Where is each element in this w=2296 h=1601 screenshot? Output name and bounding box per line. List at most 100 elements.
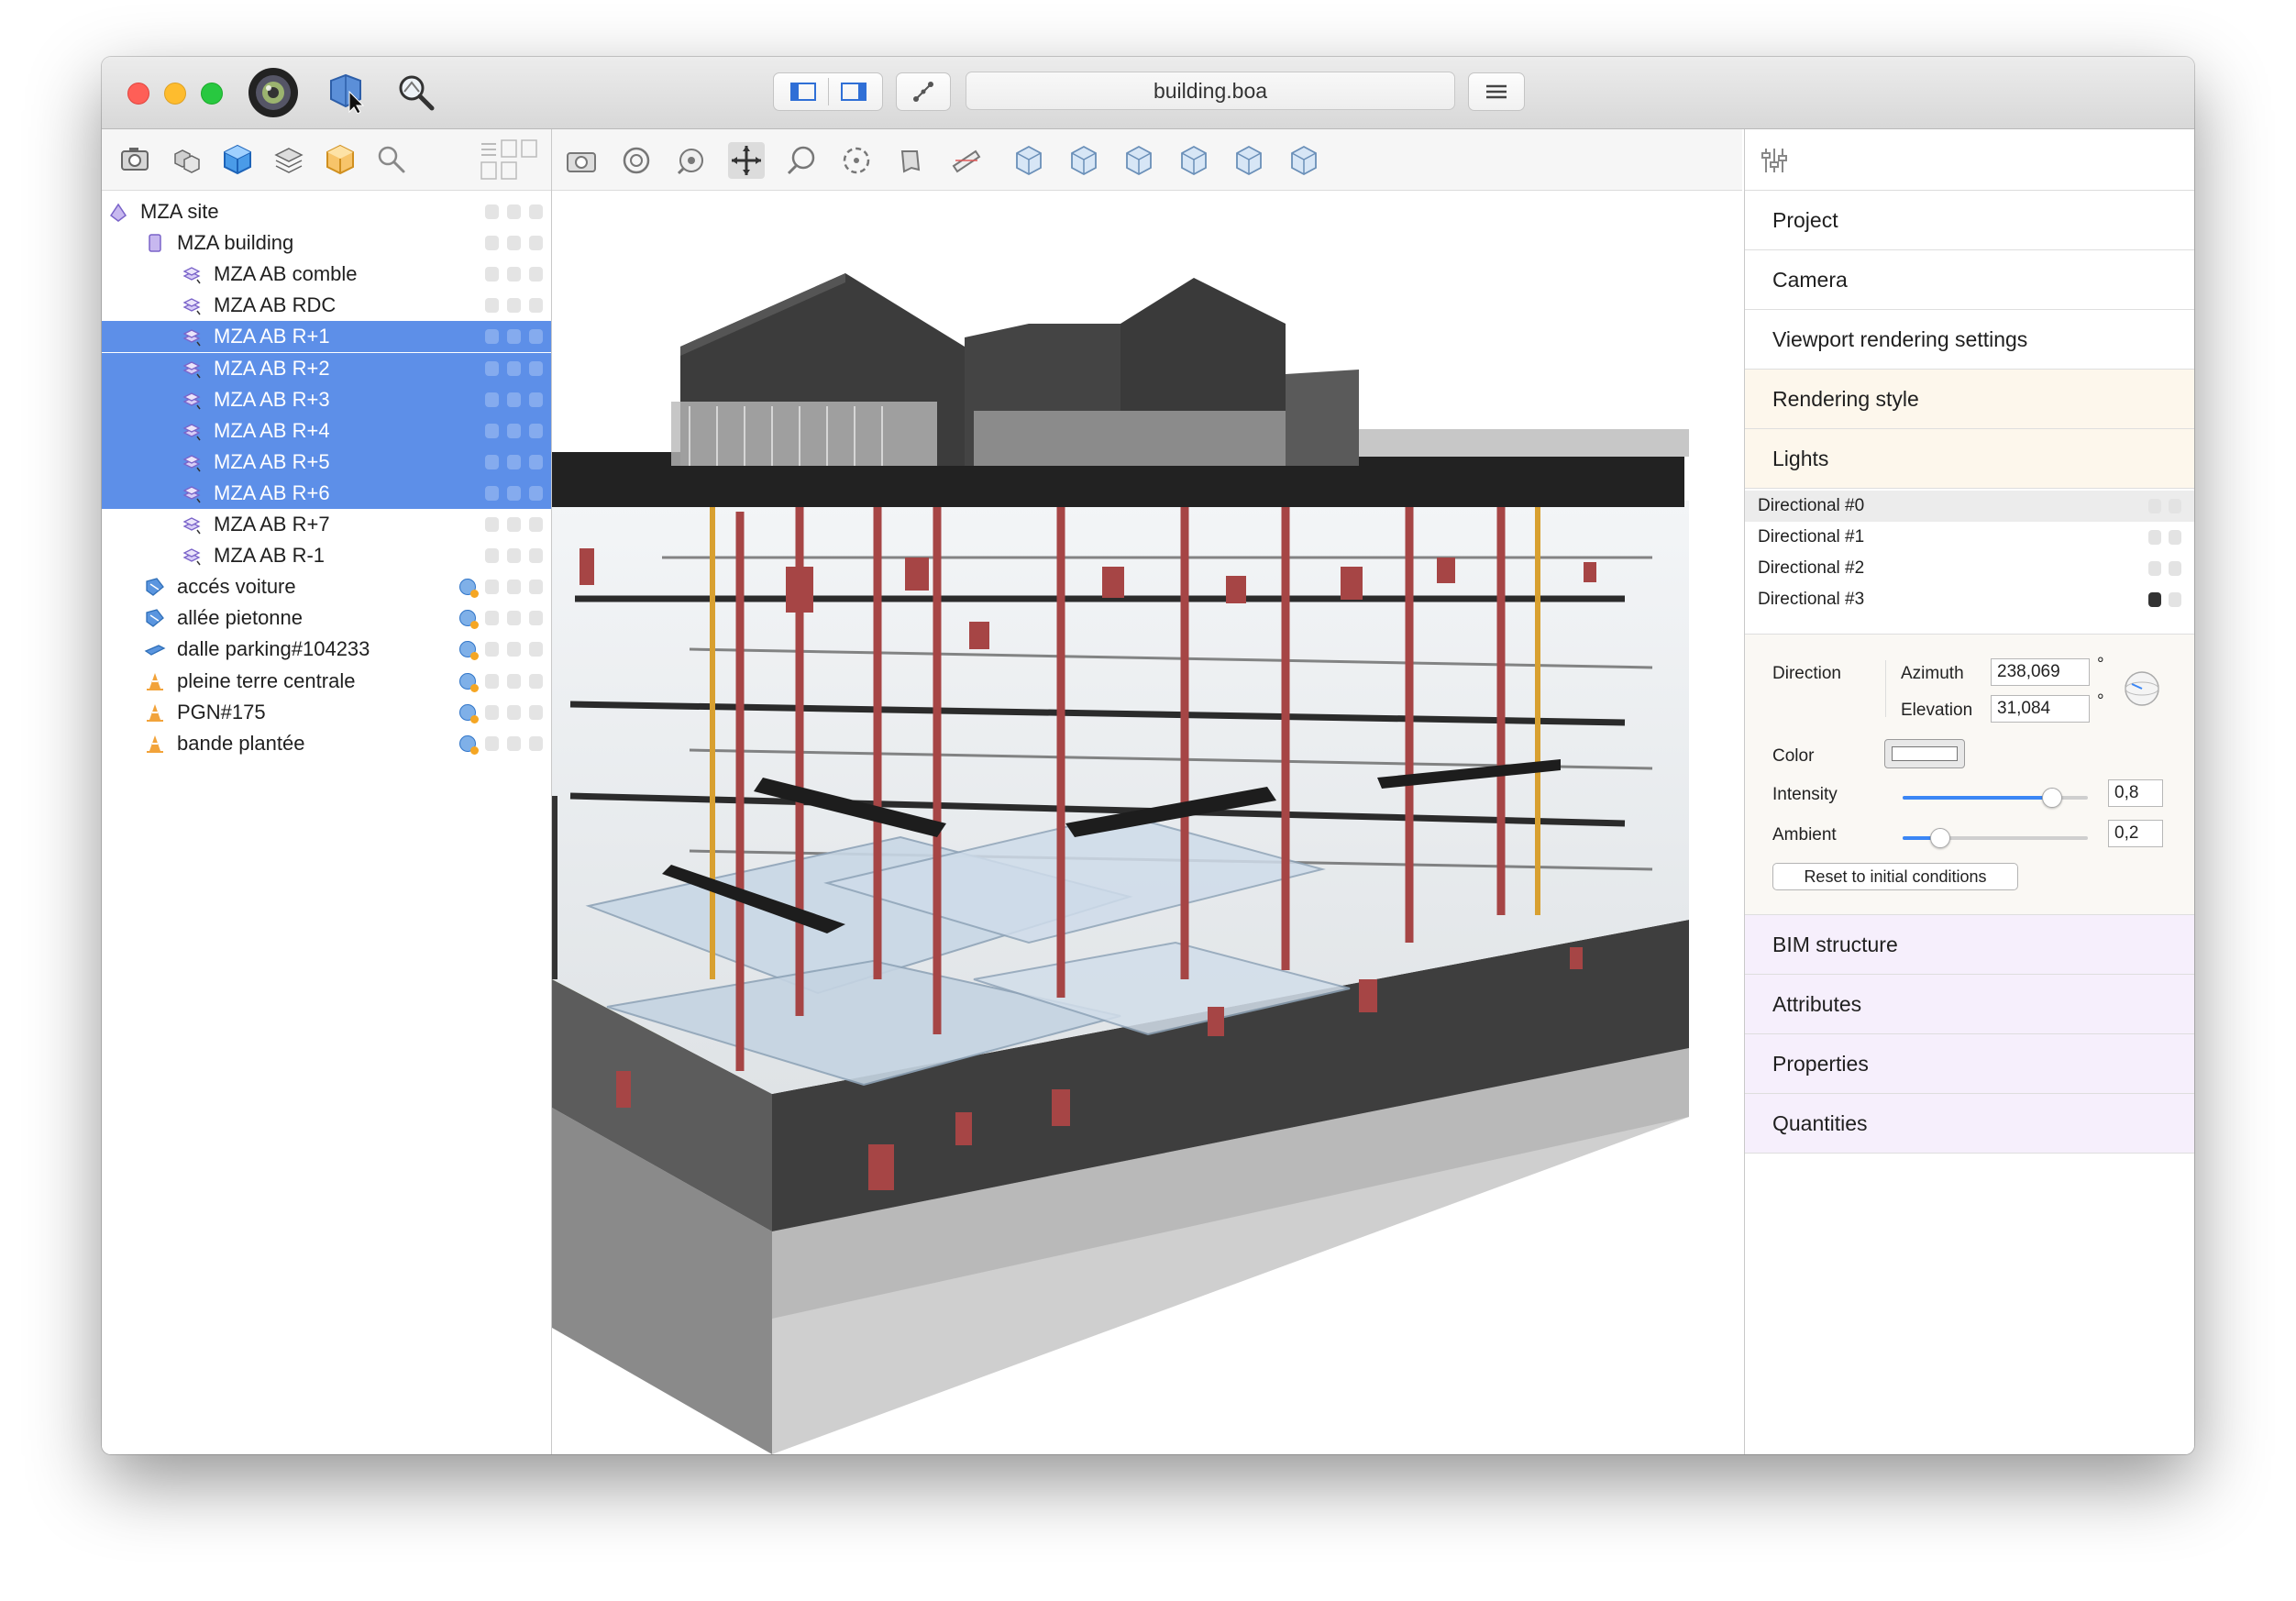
light-item[interactable]: Directional #0 [1745, 491, 2194, 522]
tree-item[interactable]: accés voiture [102, 571, 551, 602]
direction-sphere-icon[interactable] [2123, 669, 2161, 708]
light-item[interactable]: Directional #1 [1745, 522, 2194, 553]
inspector-section-rendering-style[interactable]: Rendering style [1745, 370, 2194, 429]
lock-toggle-icon[interactable] [529, 735, 543, 751]
orbit-target-tool[interactable] [618, 142, 655, 179]
display-toggle-icon[interactable] [507, 611, 521, 626]
visibility-toggle-icon[interactable] [485, 392, 499, 407]
walk-tool[interactable] [893, 142, 930, 179]
view-iso-5-tool[interactable] [1231, 142, 1267, 179]
tree-item[interactable]: MZA AB R+3 [102, 383, 551, 415]
light-item[interactable]: Directional #2 [1745, 553, 2194, 584]
view-iso-2-tool[interactable] [1065, 142, 1102, 179]
left-sidebar-toggle-icon[interactable] [777, 78, 828, 105]
visibility-toggle-icon[interactable] [485, 548, 499, 564]
minimize-window-button[interactable] [164, 83, 186, 105]
display-toggle-icon[interactable] [507, 704, 521, 720]
view-iso-6-tool[interactable] [1286, 142, 1322, 179]
lock-toggle-icon[interactable] [529, 517, 543, 532]
visibility-toggle-icon[interactable] [485, 267, 499, 282]
tree-item[interactable]: dalle parking#104233 [102, 634, 551, 665]
visibility-toggle-icon[interactable] [485, 517, 499, 532]
lock-toggle-icon[interactable] [529, 485, 543, 501]
lock-toggle-icon[interactable] [529, 704, 543, 720]
zoom-lasso-tool[interactable] [783, 142, 820, 179]
display-toggle-icon[interactable] [507, 360, 521, 376]
lock-toggle-icon[interactable] [529, 360, 543, 376]
tree-item[interactable]: bande plantée [102, 728, 551, 759]
light-visibility-icon[interactable] [2148, 561, 2161, 576]
visibility-toggle-icon[interactable] [485, 298, 499, 314]
tree-item[interactable]: MZA AB R+2 [102, 352, 551, 384]
zoom-search-icon[interactable] [395, 72, 437, 114]
visibility-toggle-icon[interactable] [485, 611, 499, 626]
3d-viewport[interactable] [552, 191, 1742, 1454]
camera-lens-icon[interactable] [247, 66, 300, 119]
search-icon[interactable] [375, 143, 408, 176]
display-toggle-icon[interactable] [507, 454, 521, 469]
tree-item[interactable]: MZA AB R-1 [102, 540, 551, 571]
lock-toggle-icon[interactable] [529, 423, 543, 438]
menu-button[interactable] [1468, 72, 1525, 111]
tree-item[interactable]: MZA building [102, 227, 551, 259]
display-toggle-icon[interactable] [507, 236, 521, 251]
ambient-slider-knob[interactable] [1930, 828, 1951, 848]
light-lock-icon[interactable] [2169, 592, 2181, 607]
light-visibility-icon[interactable] [2148, 499, 2161, 513]
visibility-toggle-icon[interactable] [485, 236, 499, 251]
visibility-toggle-icon[interactable] [485, 580, 499, 595]
display-toggle-icon[interactable] [507, 329, 521, 345]
layers-icon[interactable] [272, 143, 305, 176]
light-lock-icon[interactable] [2169, 530, 2181, 545]
snapshot-icon[interactable] [118, 143, 151, 176]
ambient-input[interactable]: 0,2 [2108, 820, 2163, 847]
inspector-section-project[interactable]: Project [1745, 191, 2194, 250]
intensity-slider[interactable] [1903, 788, 2088, 808]
light-lock-icon[interactable] [2169, 499, 2181, 513]
visibility-toggle-icon[interactable] [485, 423, 499, 438]
lock-toggle-icon[interactable] [529, 204, 543, 219]
visibility-toggle-icon[interactable] [485, 485, 499, 501]
display-toggle-icon[interactable] [507, 485, 521, 501]
visibility-toggle-icon[interactable] [485, 329, 499, 345]
display-toggle-icon[interactable] [507, 580, 521, 595]
tree-item[interactable]: MZA site [102, 196, 551, 227]
camera-tool[interactable] [563, 142, 600, 179]
pan-cross-tool[interactable] [728, 142, 765, 179]
azimuth-input[interactable]: 238,069 [1991, 658, 2090, 686]
tree-item[interactable]: MZA AB R+1 [102, 321, 551, 353]
tree-item[interactable]: MZA AB RDC [102, 290, 551, 321]
visibility-toggle-icon[interactable] [485, 735, 499, 751]
display-toggle-icon[interactable] [507, 298, 521, 314]
tree-item[interactable]: pleine terre centrale [102, 666, 551, 697]
display-toggle-icon[interactable] [507, 735, 521, 751]
sliders-icon[interactable] [1760, 146, 1789, 175]
display-toggle-icon[interactable] [507, 423, 521, 438]
reset-initial-conditions-button[interactable]: Reset to initial conditions [1772, 863, 2018, 890]
list-view-icon[interactable] [478, 138, 542, 181]
visibility-toggle-icon[interactable] [485, 360, 499, 376]
light-item[interactable]: Directional #3 [1745, 584, 2194, 615]
materials-icon[interactable] [324, 143, 357, 176]
display-toggle-icon[interactable] [507, 204, 521, 219]
lock-toggle-icon[interactable] [529, 548, 543, 564]
lock-toggle-icon[interactable] [529, 392, 543, 407]
inspector-section-bim-structure[interactable]: BIM structure [1745, 915, 2194, 975]
look-around-tool[interactable] [673, 142, 710, 179]
tree-item[interactable]: MZA AB R+4 [102, 414, 551, 447]
lock-toggle-icon[interactable] [529, 611, 543, 626]
objects-icon[interactable] [170, 143, 203, 176]
lock-toggle-icon[interactable] [529, 236, 543, 251]
visibility-toggle-icon[interactable] [485, 204, 499, 219]
zoom-window-button[interactable] [201, 83, 223, 105]
inspector-section-attributes[interactable]: Attributes [1745, 975, 2194, 1034]
lock-toggle-icon[interactable] [529, 673, 543, 689]
intensity-input[interactable]: 0,8 [2108, 779, 2163, 807]
display-toggle-icon[interactable] [507, 548, 521, 564]
lock-toggle-icon[interactable] [529, 642, 543, 657]
lock-toggle-icon[interactable] [529, 267, 543, 282]
light-visibility-icon[interactable] [2148, 530, 2161, 545]
tree-item[interactable]: PGN#175 [102, 697, 551, 728]
display-toggle-icon[interactable] [507, 517, 521, 532]
display-toggle-icon[interactable] [507, 267, 521, 282]
